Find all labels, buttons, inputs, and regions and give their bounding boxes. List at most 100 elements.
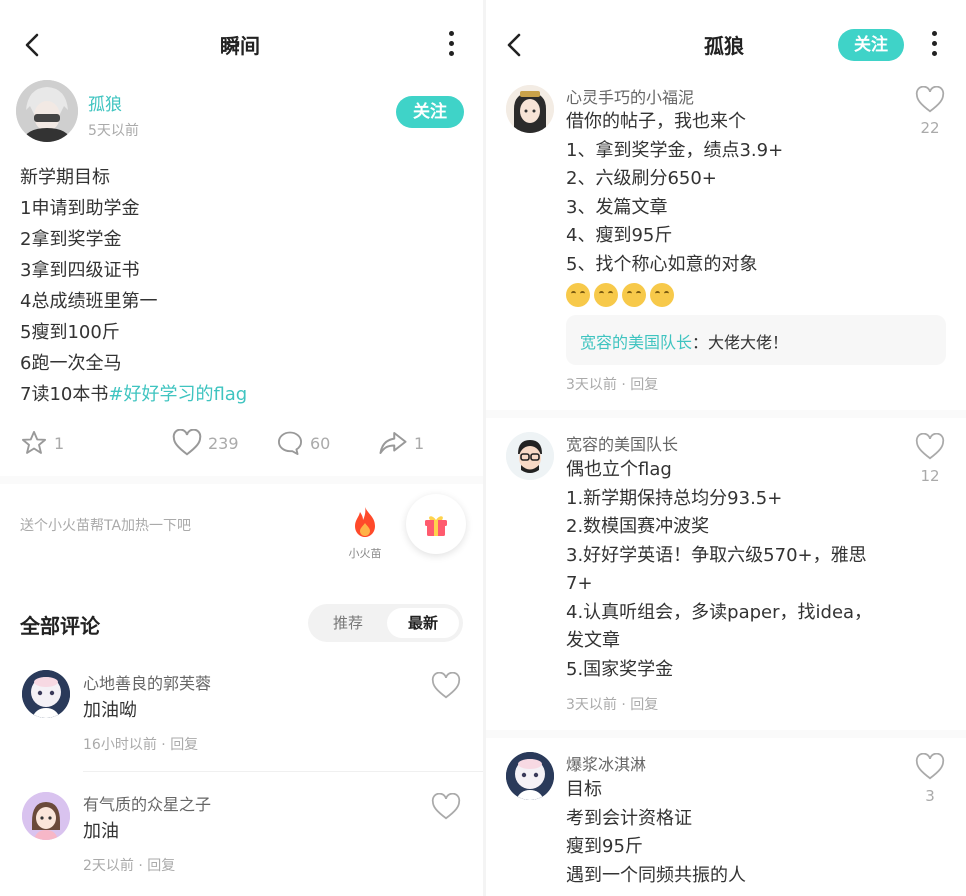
smile-emoji-icon [566,283,590,307]
commenter-avatar[interactable] [506,85,554,133]
commenter-avatar[interactable] [506,752,554,800]
page-title: 孤狼 [704,34,744,58]
like-count: 239 [208,433,239,453]
gift-button[interactable] [406,494,466,554]
hashtag-link[interactable]: #好好学习的flag [108,384,247,405]
comment-time: 3天以前 [566,697,617,713]
comment-line: 3、发篇文章 [566,196,668,218]
smile-emoji-icon [650,283,674,307]
commenter-avatar[interactable] [506,432,554,480]
sort-latest-tab[interactable]: 最新 [387,608,459,638]
comment-line: 偶也立个flag [566,459,672,480]
author-name[interactable]: 孤狼 [88,90,122,115]
post-line: 7读10本书#好好学习的flag [20,379,247,410]
comment-time: 2天以前 [83,858,134,874]
smile-emoji-icon [594,283,618,307]
back-arrow-icon[interactable] [20,30,46,60]
comment-line: 3.好好学英语！争取六级570+，雅思 [566,544,867,566]
section-divider [0,476,483,484]
star-action[interactable]: 1 [20,428,64,458]
comment-time: 3天以前 [566,377,617,393]
comment-text: 借你的帖子，我也来个 1、拿到奖学金，绩点3.9+ 2、六级刷分650+ 3、发… [566,108,783,310]
like-action[interactable]: 239 [172,428,239,458]
smile-emoji-icon [622,283,646,307]
commenter-name[interactable]: 宽容的美国队长 [566,431,678,455]
heart-icon [172,429,202,456]
section-divider [486,730,966,738]
star-icon [21,430,47,454]
commenter-name[interactable]: 心地善良的郭芙蓉 [83,670,211,694]
heart-icon[interactable] [915,753,945,781]
reply-link[interactable]: 回复 [170,737,198,753]
comment-text: 偶也立个flag 1.新学期保持总均分93.5+ 2.数模国赛冲波奖 3.好好学… [566,456,872,684]
comment-line: 4.认真听组会，多读paper，找idea， [566,601,873,623]
comment-action[interactable]: 60 [276,428,330,458]
section-divider [486,410,966,418]
fire-label: 小火苗 [348,547,382,560]
flame-icon [355,507,375,537]
comment-text: 目标 考到会计资格证 瘦到95斤 遇到一个同频共振的人 [566,776,746,890]
comment-line: 5.国家奖学金 [566,658,674,680]
reply-link[interactable]: 回复 [630,377,658,393]
comments-title: 全部评论 [20,614,100,638]
moment-detail-panel: 瞬间 孤狼 5天以前 关注 新学期目标 1申请到助学金 2拿到奖学金 3拿到四级… [0,0,483,896]
comment-line: 7+ [566,573,593,594]
comment-line: 发文章 [566,630,620,651]
heart-icon[interactable] [431,793,461,821]
post-line: 3拿到四级证书 [20,260,140,281]
share-arrow-icon [379,432,407,454]
comment-line: 5、找个称心如意的对象 [566,253,758,275]
follow-button[interactable]: 关注 [396,96,464,128]
post-content: 新学期目标 1申请到助学金 2拿到奖学金 3拿到四级证书 4总成绩班里第一 5瘦… [20,162,247,410]
heart-icon[interactable] [431,672,461,700]
star-count: 1 [54,433,65,453]
post-line: 2拿到奖学金 [20,229,122,250]
sort-recommended-tab[interactable]: 推荐 [312,608,384,638]
back-arrow-icon[interactable] [502,30,528,60]
post-line: 1申请到助学金 [20,198,140,219]
reply-link[interactable]: 回复 [630,697,658,713]
comment-time: 16小时以前 [83,737,157,753]
post-line: 5瘦到100斤 [20,322,120,343]
post-time: 5天以前 [88,123,139,139]
commenter-name[interactable]: 爆浆冰淇淋 [566,751,646,775]
follow-button[interactable]: 关注 [838,29,904,61]
fire-hint-text: 送个小火苗帮TA加热一下吧 [20,518,192,534]
commenter-avatar[interactable] [22,792,70,840]
comment-line: 瘦到95斤 [566,836,643,857]
comment-text: 加油呦 [83,700,137,721]
author-avatar[interactable] [16,80,78,142]
reply-link[interactable]: 回复 [147,858,175,874]
like-count: 3 [925,787,935,805]
more-options-icon[interactable] [446,30,456,60]
panel-separator [483,0,486,896]
share-action[interactable]: 1 [378,428,424,458]
commenter-name[interactable]: 心灵手巧的小福泥 [566,84,694,108]
comment-line: 1、拿到奖学金，绩点3.9+ [566,139,784,161]
comment-line: 2.数模国赛冲波奖 [566,516,710,537]
comment-count: 60 [310,433,331,453]
page-title: 瞬间 [220,34,260,58]
comment-line: 1.新学期保持总均分93.5+ [566,487,783,509]
sub-reply-author[interactable]: 宽容的美国队长 [580,333,692,352]
gift-icon [425,516,447,536]
comment-sort-toggle: 推荐 最新 [308,604,463,642]
commenter-name[interactable]: 有气质的众星之子 [83,791,211,815]
comment-line: 遇到一个同频共振的人 [566,864,746,886]
comment-line: 借你的帖子，我也来个 [566,111,746,132]
like-count: 12 [920,467,940,485]
heart-icon[interactable] [915,86,945,114]
comment-meta: 3天以前 · 回复 [566,377,659,393]
post-line-text: 7读10本书 [20,384,109,405]
like-count: 22 [920,119,940,137]
commenter-avatar[interactable] [22,670,70,718]
comment-meta: 16小时以前 · 回复 [83,737,199,753]
emoji-row [566,281,783,310]
fire-button[interactable]: 小火苗 [340,505,390,561]
more-options-icon[interactable] [929,30,939,60]
sub-reply[interactable]: 宽容的美国队长：大佬大佬！ [566,315,946,365]
comment-line: 目标 [566,779,602,800]
heart-icon[interactable] [915,433,945,461]
comment-bubble-icon [277,431,303,456]
nav-bar: 瞬间 [0,0,483,88]
